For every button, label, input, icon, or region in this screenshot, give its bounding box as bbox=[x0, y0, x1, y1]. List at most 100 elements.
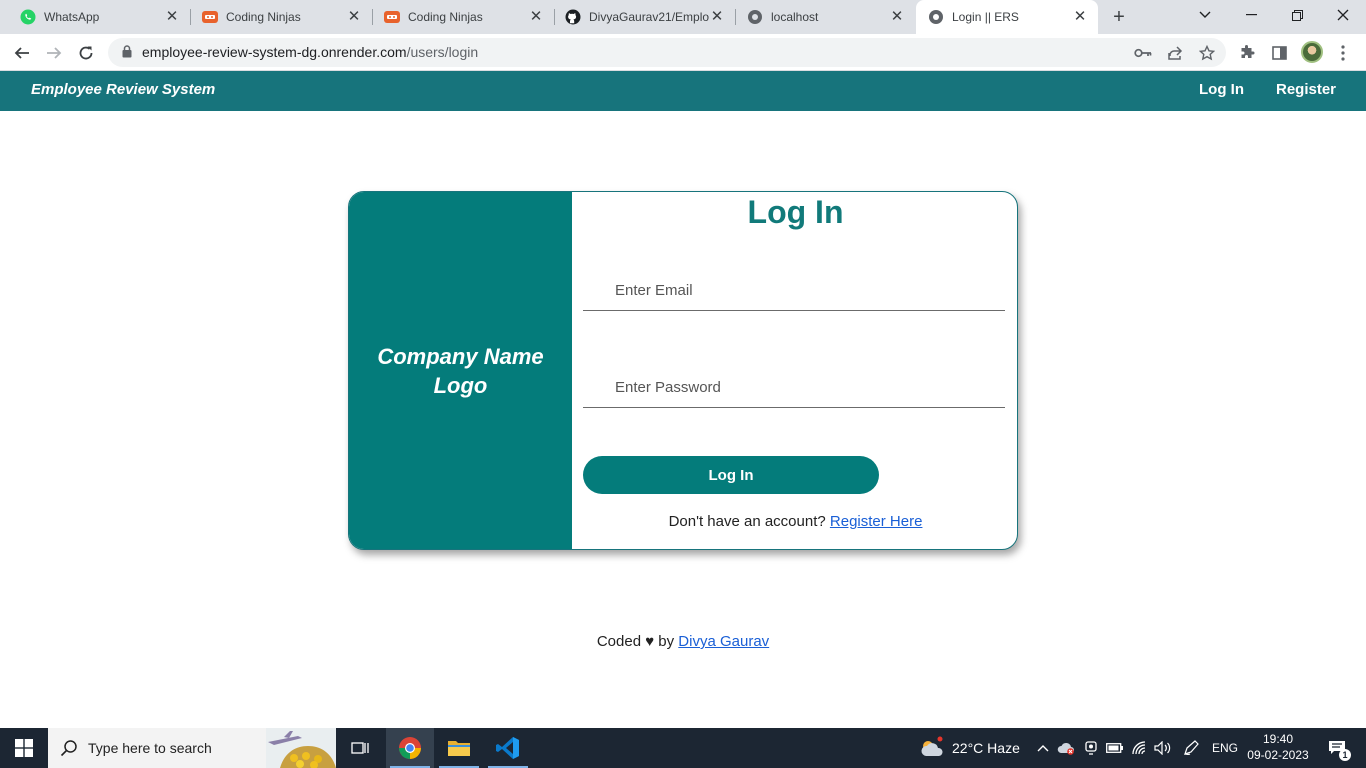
browser-tab-strip: WhatsApp ✕ Coding Ninjas ✕ Coding Ninjas… bbox=[0, 0, 1366, 34]
windows-taskbar: Type here to search 22°C Haze ENG 19:40 … bbox=[0, 728, 1366, 768]
extensions-icon[interactable] bbox=[1237, 43, 1257, 63]
tab-coding-ninjas-2[interactable]: Coding Ninjas ✕ bbox=[364, 0, 554, 34]
taskbar-search-box[interactable]: Type here to search bbox=[48, 728, 336, 768]
password-field-wrapper bbox=[583, 368, 1005, 408]
tab-coding-ninjas[interactable]: Coding Ninjas ✕ bbox=[182, 0, 372, 34]
profile-avatar[interactable] bbox=[1301, 41, 1323, 63]
key-icon[interactable] bbox=[1134, 44, 1152, 62]
wifi-icon[interactable] bbox=[1131, 739, 1149, 757]
login-title: Log In bbox=[747, 194, 844, 230]
reload-icon bbox=[79, 46, 93, 60]
clock-date: 09-02-2023 bbox=[1247, 748, 1309, 762]
logo-panel: Company Name Logo bbox=[349, 192, 572, 549]
url-host: employee-review-system-dg.onrender.com bbox=[142, 44, 407, 60]
close-icon[interactable]: ✕ bbox=[889, 9, 905, 25]
cloud-status-icon[interactable] bbox=[1057, 739, 1075, 757]
nav-login-link[interactable]: Log In bbox=[1199, 81, 1244, 98]
taskbar-file-explorer[interactable] bbox=[435, 728, 483, 768]
chevron-down-icon bbox=[1199, 11, 1211, 18]
close-icon[interactable]: ✕ bbox=[528, 9, 544, 25]
volume-icon[interactable] bbox=[1154, 739, 1172, 757]
email-field-wrapper bbox=[583, 271, 1005, 311]
task-view-icon bbox=[351, 742, 369, 754]
menu-kebab-icon[interactable] bbox=[1333, 43, 1353, 63]
reload-button[interactable] bbox=[73, 40, 99, 66]
restore-button[interactable] bbox=[1274, 0, 1320, 30]
weather-icon[interactable] bbox=[919, 735, 945, 761]
close-icon[interactable]: ✕ bbox=[346, 9, 362, 25]
folder-icon bbox=[448, 741, 470, 756]
language-indicator[interactable]: ENG bbox=[1212, 741, 1238, 755]
battery-icon[interactable] bbox=[1106, 739, 1124, 757]
search-placeholder: Type here to search bbox=[88, 740, 212, 756]
whatsapp-icon bbox=[20, 9, 36, 25]
author-link[interactable]: Divya Gaurav bbox=[678, 633, 769, 650]
minimize-button[interactable] bbox=[1228, 0, 1274, 30]
notification-center-button[interactable]: 1 bbox=[1325, 739, 1351, 761]
coding-ninjas-icon bbox=[384, 9, 400, 25]
register-prompt: Don't have an account? Register Here bbox=[572, 513, 1017, 530]
register-prompt-text: Don't have an account? bbox=[668, 513, 826, 530]
search-highlight-illustration bbox=[266, 728, 336, 768]
start-button[interactable] bbox=[0, 728, 48, 768]
globe-icon bbox=[747, 9, 763, 25]
search-icon bbox=[60, 739, 78, 762]
windows-logo-icon bbox=[15, 739, 33, 757]
taskbar-clock[interactable]: 19:40 09-02-2023 bbox=[1240, 731, 1316, 763]
tab-github[interactable]: DivyaGaurav21/Emplo ✕ bbox=[545, 0, 735, 34]
chevron-up-icon[interactable] bbox=[1034, 739, 1052, 757]
arrow-right-icon bbox=[47, 47, 62, 59]
site-brand[interactable]: Employee Review System bbox=[31, 81, 215, 98]
page-footer: Coded ♥ by Divya Gaurav bbox=[0, 633, 1366, 650]
clock-time: 19:40 bbox=[1262, 732, 1294, 746]
url-path: /users/login bbox=[406, 44, 479, 60]
tab-title: Login || ERS bbox=[952, 10, 1019, 24]
bookmark-star-icon[interactable] bbox=[1198, 44, 1216, 62]
tab-login-ers[interactable]: Login || ERS ✕ bbox=[916, 0, 1098, 34]
side-panel-icon[interactable] bbox=[1269, 43, 1289, 63]
pen-icon[interactable] bbox=[1182, 739, 1200, 757]
close-icon[interactable]: ✕ bbox=[1072, 9, 1088, 25]
tab-title: DivyaGaurav21/Emplo bbox=[589, 10, 709, 24]
close-icon bbox=[1337, 9, 1349, 21]
lock-icon bbox=[122, 45, 132, 63]
tab-title: localhost bbox=[771, 10, 819, 24]
tab-localhost[interactable]: localhost ✕ bbox=[727, 0, 915, 34]
email-input[interactable] bbox=[583, 271, 1005, 310]
minimize-icon bbox=[1245, 14, 1257, 16]
arrow-left-icon bbox=[14, 47, 29, 59]
window-close-button[interactable] bbox=[1320, 0, 1366, 30]
close-icon[interactable]: ✕ bbox=[164, 9, 180, 25]
login-card: Company Name Logo Log In Log In Don't ha… bbox=[348, 191, 1018, 550]
tab-search-button[interactable] bbox=[1182, 0, 1228, 30]
taskbar-vscode[interactable] bbox=[484, 728, 532, 768]
taskbar-chrome[interactable] bbox=[386, 728, 434, 768]
address-bar[interactable]: employee-review-system-dg.onrender.com/u… bbox=[108, 38, 1226, 67]
login-submit-button[interactable]: Log In bbox=[583, 456, 879, 494]
nav-register-link[interactable]: Register bbox=[1276, 81, 1336, 98]
footer-prefix: Coded bbox=[596, 633, 642, 650]
share-icon[interactable] bbox=[1166, 44, 1184, 62]
register-here-link[interactable]: Register Here bbox=[830, 513, 923, 530]
tab-whatsapp[interactable]: WhatsApp ✕ bbox=[0, 0, 190, 34]
heart-icon: ♥ bbox=[645, 633, 655, 650]
tab-title: WhatsApp bbox=[44, 10, 100, 24]
weather-text[interactable]: 22°C Haze bbox=[952, 740, 1020, 756]
company-logo-text: Company Name Logo bbox=[377, 343, 544, 398]
task-view-button[interactable] bbox=[336, 728, 384, 768]
github-icon bbox=[565, 9, 581, 25]
restore-icon bbox=[1291, 9, 1303, 21]
close-icon[interactable]: ✕ bbox=[709, 9, 725, 25]
back-button[interactable] bbox=[9, 40, 35, 66]
vscode-icon bbox=[496, 737, 519, 759]
browser-toolbar: employee-review-system-dg.onrender.com/u… bbox=[0, 34, 1366, 71]
new-tab-button[interactable]: + bbox=[1108, 6, 1130, 28]
chrome-icon bbox=[399, 737, 421, 759]
meet-now-icon[interactable] bbox=[1082, 739, 1100, 757]
tab-title: Coding Ninjas bbox=[226, 10, 301, 24]
site-navbar: Employee Review System Log In Register bbox=[0, 71, 1366, 111]
url-text: employee-review-system-dg.onrender.com/u… bbox=[142, 44, 478, 60]
coding-ninjas-icon bbox=[202, 9, 218, 25]
password-input[interactable] bbox=[583, 368, 1005, 407]
forward-button[interactable] bbox=[41, 40, 67, 66]
